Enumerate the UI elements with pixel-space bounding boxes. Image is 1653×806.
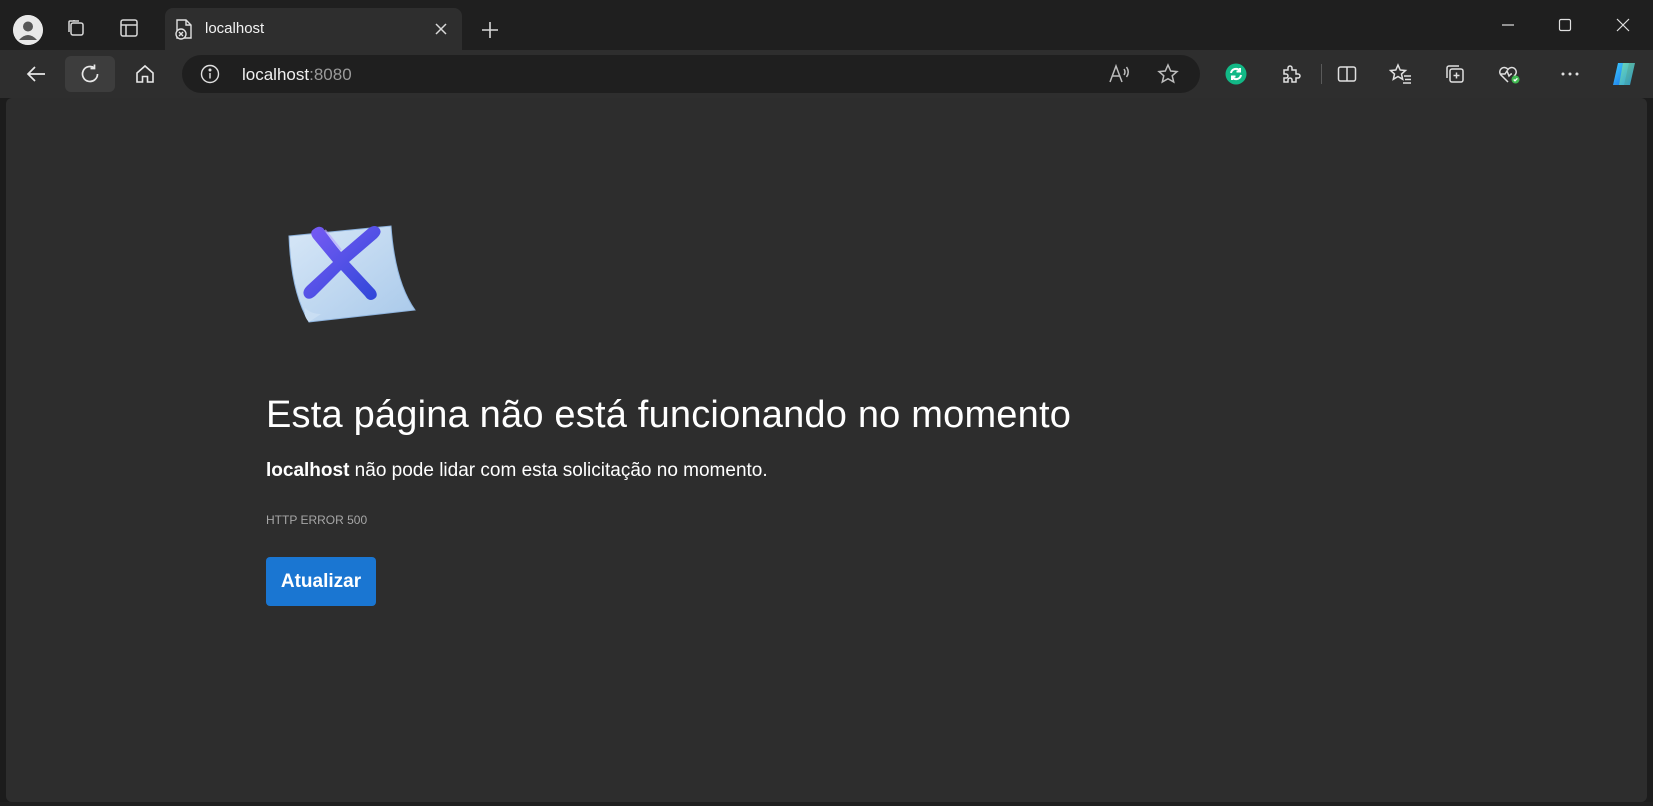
close-window-icon[interactable] — [1600, 8, 1646, 42]
error-description-text: não pode lidar com esta solicitação no m… — [349, 460, 768, 481]
favorite-star-icon[interactable] — [1155, 62, 1181, 86]
info-icon[interactable] — [200, 64, 220, 84]
vertical-tabs-icon[interactable] — [112, 11, 146, 45]
copilot-icon[interactable] — [1608, 58, 1640, 90]
title-bar: localhost — [0, 0, 1653, 50]
split-screen-icon[interactable] — [1331, 58, 1363, 90]
extension-green-icon[interactable] — [1220, 58, 1252, 90]
refresh-icon[interactable] — [65, 56, 115, 92]
favorites-icon[interactable] — [1385, 58, 1417, 90]
browser-essentials-icon[interactable] — [1493, 58, 1525, 90]
home-icon[interactable] — [120, 56, 170, 92]
toolbar-separator — [1321, 64, 1322, 84]
toolbar: localhost:8080 — [0, 50, 1653, 98]
tab-localhost[interactable]: localhost — [165, 8, 462, 50]
reload-button[interactable]: Atualizar — [266, 557, 376, 606]
plus-icon[interactable] — [473, 13, 507, 47]
error-code: HTTP ERROR 500 — [266, 513, 368, 527]
address-port: :8080 — [309, 65, 352, 84]
extensions-icon[interactable] — [1275, 58, 1307, 90]
workspaces-icon[interactable] — [59, 11, 93, 45]
page-error-icon — [174, 18, 194, 45]
tab-title: localhost — [205, 20, 265, 37]
collections-icon[interactable] — [1439, 58, 1471, 90]
error-title: Esta página não está funcionando no mome… — [266, 394, 1072, 436]
more-icon[interactable] — [1554, 58, 1586, 90]
address-text[interactable]: localhost:8080 — [242, 65, 352, 85]
close-icon[interactable] — [430, 18, 452, 40]
address-host: localhost — [242, 65, 310, 84]
page-content: Esta página não está funcionando no mome… — [6, 98, 1647, 802]
profile-icon[interactable] — [13, 15, 43, 45]
error-page-illustration — [281, 222, 421, 332]
read-aloud-icon[interactable] — [1107, 62, 1133, 86]
error-description: localhost não pode lidar com esta solici… — [266, 460, 768, 482]
window-bottom-edge — [0, 802, 1653, 806]
maximize-icon[interactable] — [1542, 8, 1588, 42]
error-host: localhost — [266, 460, 350, 481]
back-icon[interactable] — [11, 56, 61, 92]
minimize-icon[interactable] — [1485, 8, 1531, 42]
address-bar[interactable]: localhost:8080 — [182, 55, 1200, 93]
